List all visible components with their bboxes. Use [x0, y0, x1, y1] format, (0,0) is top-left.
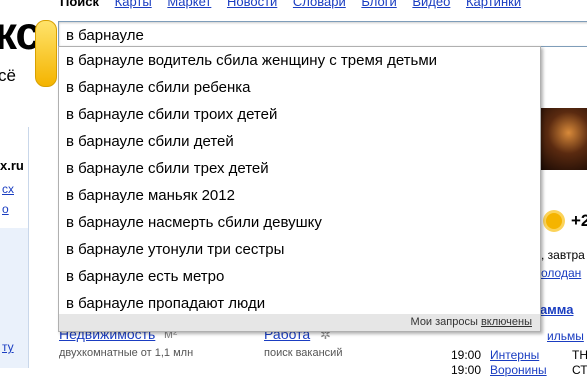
suggestion-item[interactable]: в барнауле утонули три сестры [59, 236, 540, 263]
left-link-1[interactable]: сх [2, 182, 14, 196]
nav-images[interactable]: Картинки [466, 0, 521, 9]
logo-tagline: сё [0, 66, 16, 85]
left-link-3[interactable]: ту [2, 340, 14, 354]
nav-search: Поиск [60, 0, 100, 9]
nav-market[interactable]: Маркет [167, 0, 211, 9]
my-queries-label: Мои запросы [410, 316, 481, 328]
logo-bar [35, 20, 57, 87]
nav-maps[interactable]: Карты [115, 0, 152, 9]
suggestion-item[interactable]: в барнауле сбили трех детей [59, 155, 540, 182]
suggestion-item[interactable]: в барнауле пропадают люди [59, 290, 540, 317]
suggestion-item[interactable]: в барнауле сбили троих детей [59, 101, 540, 128]
tv-channel: ТН [572, 348, 587, 362]
realty-sub[interactable]: двухкомнатные от 1,1 млн [59, 347, 193, 359]
tv-time: 19:00 [451, 348, 482, 362]
jobs-sub[interactable]: поиск вакансий [264, 347, 342, 359]
tv-show[interactable]: Интерны [490, 348, 539, 362]
sun-icon [546, 213, 562, 229]
nav-dictionaries[interactable]: Словари [293, 0, 346, 9]
weather-link[interactable]: олодан [541, 266, 581, 280]
suggestion-item[interactable]: в барнауле водитель сбила женщину с трем… [59, 47, 540, 74]
news-photo[interactable] [541, 108, 587, 170]
nav-blogs[interactable]: Блоги [361, 0, 396, 9]
tv-show[interactable]: Воронины [490, 363, 547, 377]
suggestion-item[interactable]: в барнауле есть метро [59, 263, 540, 290]
tv-time: 19:00 [451, 363, 482, 377]
suggestion-item[interactable]: в барнауле сбили ребенка [59, 74, 540, 101]
suggestion-item[interactable]: в барнауле насмерть сбили девушку [59, 209, 540, 236]
suggestion-item[interactable]: в барнауле маньяк 2012 [59, 182, 540, 209]
tv-channel: СТ [572, 363, 587, 377]
suggestion-item[interactable]: в барнауле сбили детей [59, 128, 540, 155]
left-domain: x.ru [0, 158, 24, 173]
nav-news[interactable]: Новости [227, 0, 277, 9]
films-link[interactable]: ильмы [547, 329, 584, 343]
my-queries-toggle[interactable]: включены [481, 316, 532, 328]
search-box[interactable] [58, 21, 587, 47]
nav-video[interactable]: Видео [412, 0, 450, 9]
weather-forecast: , завтра [541, 248, 585, 262]
dropdown-footer: Мои запросы включены [59, 314, 540, 331]
search-input[interactable] [66, 27, 586, 44]
logo[interactable]: кс [0, 6, 41, 60]
top-nav: Поиск Карты Маркет Новости Словари Блоги… [60, 0, 533, 9]
suggestion-dropdown: в барнауле водитель сбила женщину с трем… [58, 46, 541, 332]
left-link-2[interactable]: о [2, 202, 9, 216]
temperature: +2 [571, 211, 587, 230]
